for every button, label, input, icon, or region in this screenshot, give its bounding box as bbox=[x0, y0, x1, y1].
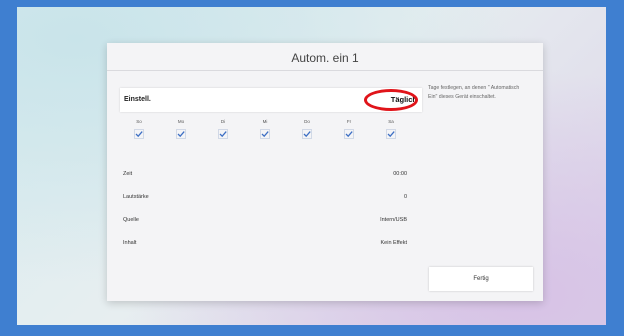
help-text: Tage festlegen, an denen " Automatisch E… bbox=[428, 85, 520, 100]
content-label: Inhalt bbox=[123, 240, 137, 246]
auto-on-dialog: Autom. ein 1 Einstell. Täglich So Mo Di … bbox=[107, 43, 543, 301]
content-value: Kein Effekt bbox=[380, 240, 408, 246]
weekday-selector: So Mo Di Mi Do Fr Sa bbox=[120, 118, 422, 148]
title-divider bbox=[107, 70, 543, 71]
time-value: 00:00 bbox=[393, 171, 407, 177]
highlight-circle bbox=[364, 89, 418, 111]
time-row[interactable]: Zeit 00:00 bbox=[120, 168, 410, 180]
source-row[interactable]: Quelle Intern/USB bbox=[120, 214, 410, 226]
day-label: Di bbox=[220, 119, 226, 124]
time-label: Zeit bbox=[123, 171, 133, 177]
volume-value: 0 bbox=[403, 194, 407, 200]
day-label: Mo bbox=[177, 119, 185, 124]
day-tuesday[interactable]: Di bbox=[210, 118, 236, 144]
day-sunday[interactable]: So bbox=[126, 118, 152, 144]
done-button[interactable]: Fertig bbox=[429, 267, 533, 291]
day-monday[interactable]: Mo bbox=[168, 118, 194, 144]
source-value: Intern/USB bbox=[380, 217, 407, 223]
day-label: So bbox=[136, 119, 142, 124]
checkbox-checked-icon bbox=[302, 129, 312, 139]
volume-row[interactable]: Lautstärke 0 bbox=[120, 191, 410, 203]
day-label: Fr bbox=[346, 119, 352, 124]
dialog-title: Autom. ein 1 bbox=[291, 51, 359, 65]
repeat-setting-label: Einstell. bbox=[124, 96, 151, 103]
source-label: Quelle bbox=[123, 217, 139, 223]
volume-label: Lautstärke bbox=[123, 194, 149, 200]
checkbox-checked-icon bbox=[134, 129, 144, 139]
day-label: Mi bbox=[262, 119, 268, 124]
day-label: Do bbox=[304, 119, 310, 124]
checkbox-checked-icon bbox=[260, 129, 270, 139]
day-friday[interactable]: Fr bbox=[336, 118, 362, 144]
day-wednesday[interactable]: Mi bbox=[252, 118, 278, 144]
content-row[interactable]: Inhalt Kein Effekt bbox=[120, 237, 410, 249]
tv-screen: Autom. ein 1 Einstell. Täglich So Mo Di … bbox=[17, 7, 606, 325]
day-thursday[interactable]: Do bbox=[294, 118, 320, 144]
checkbox-checked-icon bbox=[218, 129, 228, 139]
checkbox-checked-icon bbox=[344, 129, 354, 139]
day-label: Sa bbox=[388, 119, 394, 124]
checkbox-checked-icon bbox=[386, 129, 396, 139]
checkbox-checked-icon bbox=[176, 129, 186, 139]
day-saturday[interactable]: Sa bbox=[378, 118, 404, 144]
